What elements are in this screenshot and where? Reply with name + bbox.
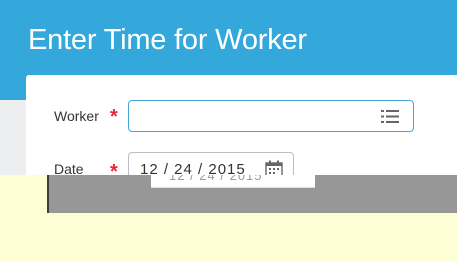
redaction-edge (47, 175, 49, 213)
worker-label: Worker (54, 108, 99, 124)
list-prompt-icon[interactable] (381, 110, 399, 123)
page-title: Enter Time for Worker (28, 24, 307, 56)
left-gutter (0, 100, 26, 175)
worker-input[interactable] (128, 100, 414, 132)
worker-required-star: * (110, 106, 118, 128)
date-echo-text: 12 / 24 / 2015 (169, 175, 263, 183)
redaction-yellow-notch (0, 175, 48, 213)
redaction-yellow-band (0, 213, 457, 261)
date-echo-strip: 12 / 24 / 2015 (151, 175, 315, 188)
